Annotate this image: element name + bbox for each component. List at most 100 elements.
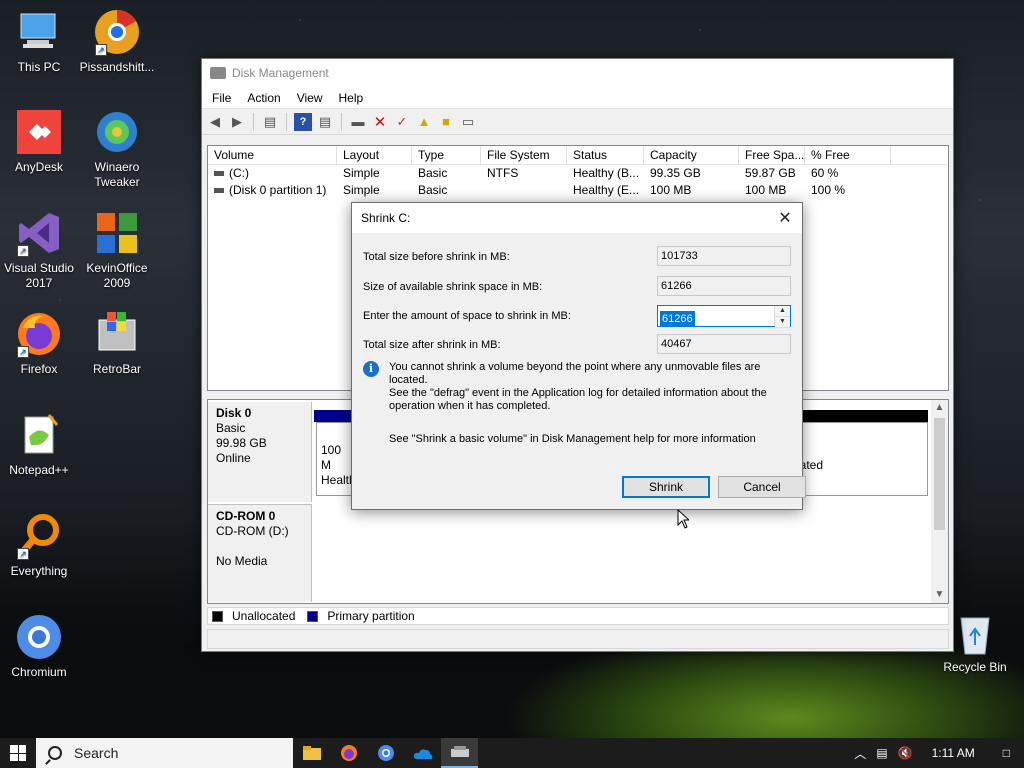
- volume-icon: [214, 188, 224, 194]
- column-status[interactable]: Status: [567, 146, 644, 164]
- column-capacity[interactable]: Capacity: [644, 146, 739, 164]
- taskbar-chromium[interactable]: [367, 738, 404, 768]
- menu-bar: File Action View Help: [202, 87, 953, 109]
- chromium-icon: [377, 745, 394, 761]
- help-icon[interactable]: ?: [294, 112, 312, 131]
- taskbar-disk-management[interactable]: [441, 738, 478, 768]
- desktop-icon-everything[interactable]: ↗ Everything: [0, 512, 78, 579]
- desktop-icon-winaero[interactable]: Winaero Tweaker: [78, 108, 156, 190]
- cell-file-system: NTFS: [487, 166, 519, 180]
- taskbar-onedrive[interactable]: [404, 738, 441, 768]
- desktop-icon-chromium[interactable]: Chromium: [0, 613, 78, 680]
- field-label: Total size before shrink in MB:: [363, 251, 510, 263]
- field-label: Total size after shrink in MB:: [363, 339, 501, 351]
- field-shrink-amount: Enter the amount of space to shrink in M…: [363, 305, 793, 328]
- toolbar-separator: [286, 112, 287, 131]
- column-volume[interactable]: Volume: [208, 146, 337, 164]
- menu-action[interactable]: Action: [239, 91, 288, 105]
- close-icon[interactable]: ✕: [768, 203, 802, 233]
- stepper-up-icon[interactable]: ▲: [775, 306, 790, 317]
- column-file-system[interactable]: File System: [481, 146, 567, 164]
- scrollbar-thumb[interactable]: [934, 418, 945, 530]
- scroll-up-icon[interactable]: ▲: [931, 400, 948, 416]
- disk-view-scrollbar[interactable]: ▲ ▼: [931, 400, 948, 603]
- legend-unallocated: Unallocated: [232, 609, 296, 623]
- disk-0-size: 99.98 GB: [216, 436, 267, 450]
- volume-icon: [214, 171, 224, 177]
- column-type[interactable]: Type: [412, 146, 481, 164]
- column-free-space[interactable]: Free Spa...: [739, 146, 805, 164]
- delete-icon[interactable]: ✕: [371, 113, 389, 131]
- table-row[interactable]: (Disk 0 partition 1) Simple Basic Health…: [208, 182, 948, 199]
- shrink-amount-stepper[interactable]: 61266 ▲ ▼: [657, 305, 791, 328]
- chevron-up-icon[interactable]: ︿: [849, 745, 871, 762]
- clock[interactable]: 1:11 AM: [918, 746, 989, 760]
- disk-0-label[interactable]: Disk 0 Basic 99.98 GB Online: [208, 402, 312, 502]
- disk-0-status: Online: [216, 451, 251, 465]
- folder-search-icon[interactable]: ■: [437, 113, 455, 131]
- desktop-icon-label: Visual Studio 2017: [4, 261, 74, 290]
- shrink-amount-input[interactable]: 61266: [660, 311, 695, 327]
- info-line: See the "defrag" event in the Applicatio…: [389, 387, 767, 399]
- cancel-button[interactable]: Cancel: [718, 476, 806, 498]
- forward-arrow-icon[interactable]: ▶: [228, 113, 246, 131]
- desktop-icon-this-pc[interactable]: This PC: [0, 8, 78, 75]
- desktop-icon-visual-studio[interactable]: ↗ Visual Studio 2017: [0, 209, 78, 291]
- desktop-icon-pissandshitt[interactable]: ↗ Pissandshitt...: [78, 8, 156, 75]
- dialog-body: Total size before shrink in MB: 101733 S…: [352, 233, 806, 509]
- taskbar: Search ︿ ▤ 🔇 1:11 AM □: [0, 738, 1024, 768]
- cell-free-space: 100 MB: [745, 183, 787, 197]
- start-button[interactable]: [0, 738, 36, 768]
- firefox-icon: [340, 745, 357, 761]
- cell-layout: Simple: [343, 166, 380, 180]
- menu-view[interactable]: View: [289, 91, 331, 105]
- help-text: See "Shrink a basic volume" in Disk Mana…: [389, 433, 756, 445]
- taskbar-firefox[interactable]: [330, 738, 367, 768]
- cell-capacity: 100 MB: [650, 183, 692, 197]
- taskbar-file-explorer[interactable]: [293, 738, 330, 768]
- info-line: You cannot shrink a volume beyond the po…: [389, 361, 761, 386]
- column-layout[interactable]: Layout: [337, 146, 412, 164]
- back-arrow-icon[interactable]: ◀: [206, 113, 224, 131]
- taskbar-search[interactable]: Search: [36, 738, 293, 768]
- desktop-icon-label: Firefox: [20, 362, 58, 376]
- notification-icon[interactable]: □: [989, 746, 1024, 760]
- network-icon[interactable]: ▤: [871, 746, 892, 760]
- folder-up-icon[interactable]: ▲: [415, 113, 433, 131]
- desktop-icon-label: Everything: [10, 564, 68, 578]
- stepper-down-icon[interactable]: ▼: [775, 317, 790, 328]
- table-row[interactable]: (C:) Simple Basic NTFS Healthy (B... 99.…: [208, 165, 948, 182]
- desktop-icon-retrobar[interactable]: RetroBar: [78, 310, 156, 377]
- menu-help[interactable]: Help: [331, 91, 372, 105]
- rescan-icon[interactable]: ▭: [459, 113, 477, 131]
- info-message: i You cannot shrink a volume beyond the …: [363, 361, 793, 413]
- desktop-icon-kevinoffice[interactable]: KevinOffice 2009: [78, 209, 156, 291]
- shortcut-arrow-icon: ↗: [95, 44, 107, 56]
- window-titlebar[interactable]: Disk Management: [202, 59, 953, 87]
- firefox-icon: ↗: [15, 310, 63, 358]
- cell-volume: (C:): [208, 165, 337, 182]
- properties-icon[interactable]: ▤: [316, 113, 334, 131]
- dialog-titlebar[interactable]: Shrink C: ✕: [352, 203, 802, 233]
- desktop-icon-notepadpp[interactable]: Notepad++: [0, 411, 78, 478]
- menu-file[interactable]: File: [204, 91, 239, 105]
- scroll-down-icon[interactable]: ▼: [931, 587, 948, 603]
- volume-muted-icon[interactable]: 🔇: [893, 746, 918, 760]
- cdrom-media: No Media: [216, 554, 268, 568]
- column-percent-free[interactable]: % Free: [805, 146, 891, 164]
- cdrom-drive: CD-ROM (D:): [216, 524, 289, 538]
- desktop-icon-label: AnyDesk: [14, 160, 64, 174]
- primary-partition-swatch: [307, 610, 319, 622]
- desktop-icon-firefox[interactable]: ↗ Firefox: [0, 310, 78, 377]
- connect-icon[interactable]: ▬: [349, 113, 367, 131]
- cdrom-0-label[interactable]: CD-ROM 0 CD-ROM (D:) No Media: [208, 504, 312, 602]
- field-available-shrink: Size of available shrink space in MB: 61…: [363, 276, 793, 298]
- desktop-icon-anydesk[interactable]: AnyDesk: [0, 108, 78, 175]
- console-tree-icon[interactable]: ▤: [261, 113, 279, 131]
- partition-system[interactable]: 100 M Health: [316, 422, 356, 496]
- chrome-icon: ↗: [93, 8, 141, 56]
- check-icon[interactable]: ✓: [393, 113, 411, 131]
- toolbar-separator: [253, 112, 254, 131]
- info-line: operation when it has completed.: [389, 400, 551, 412]
- shrink-button[interactable]: Shrink: [622, 476, 710, 498]
